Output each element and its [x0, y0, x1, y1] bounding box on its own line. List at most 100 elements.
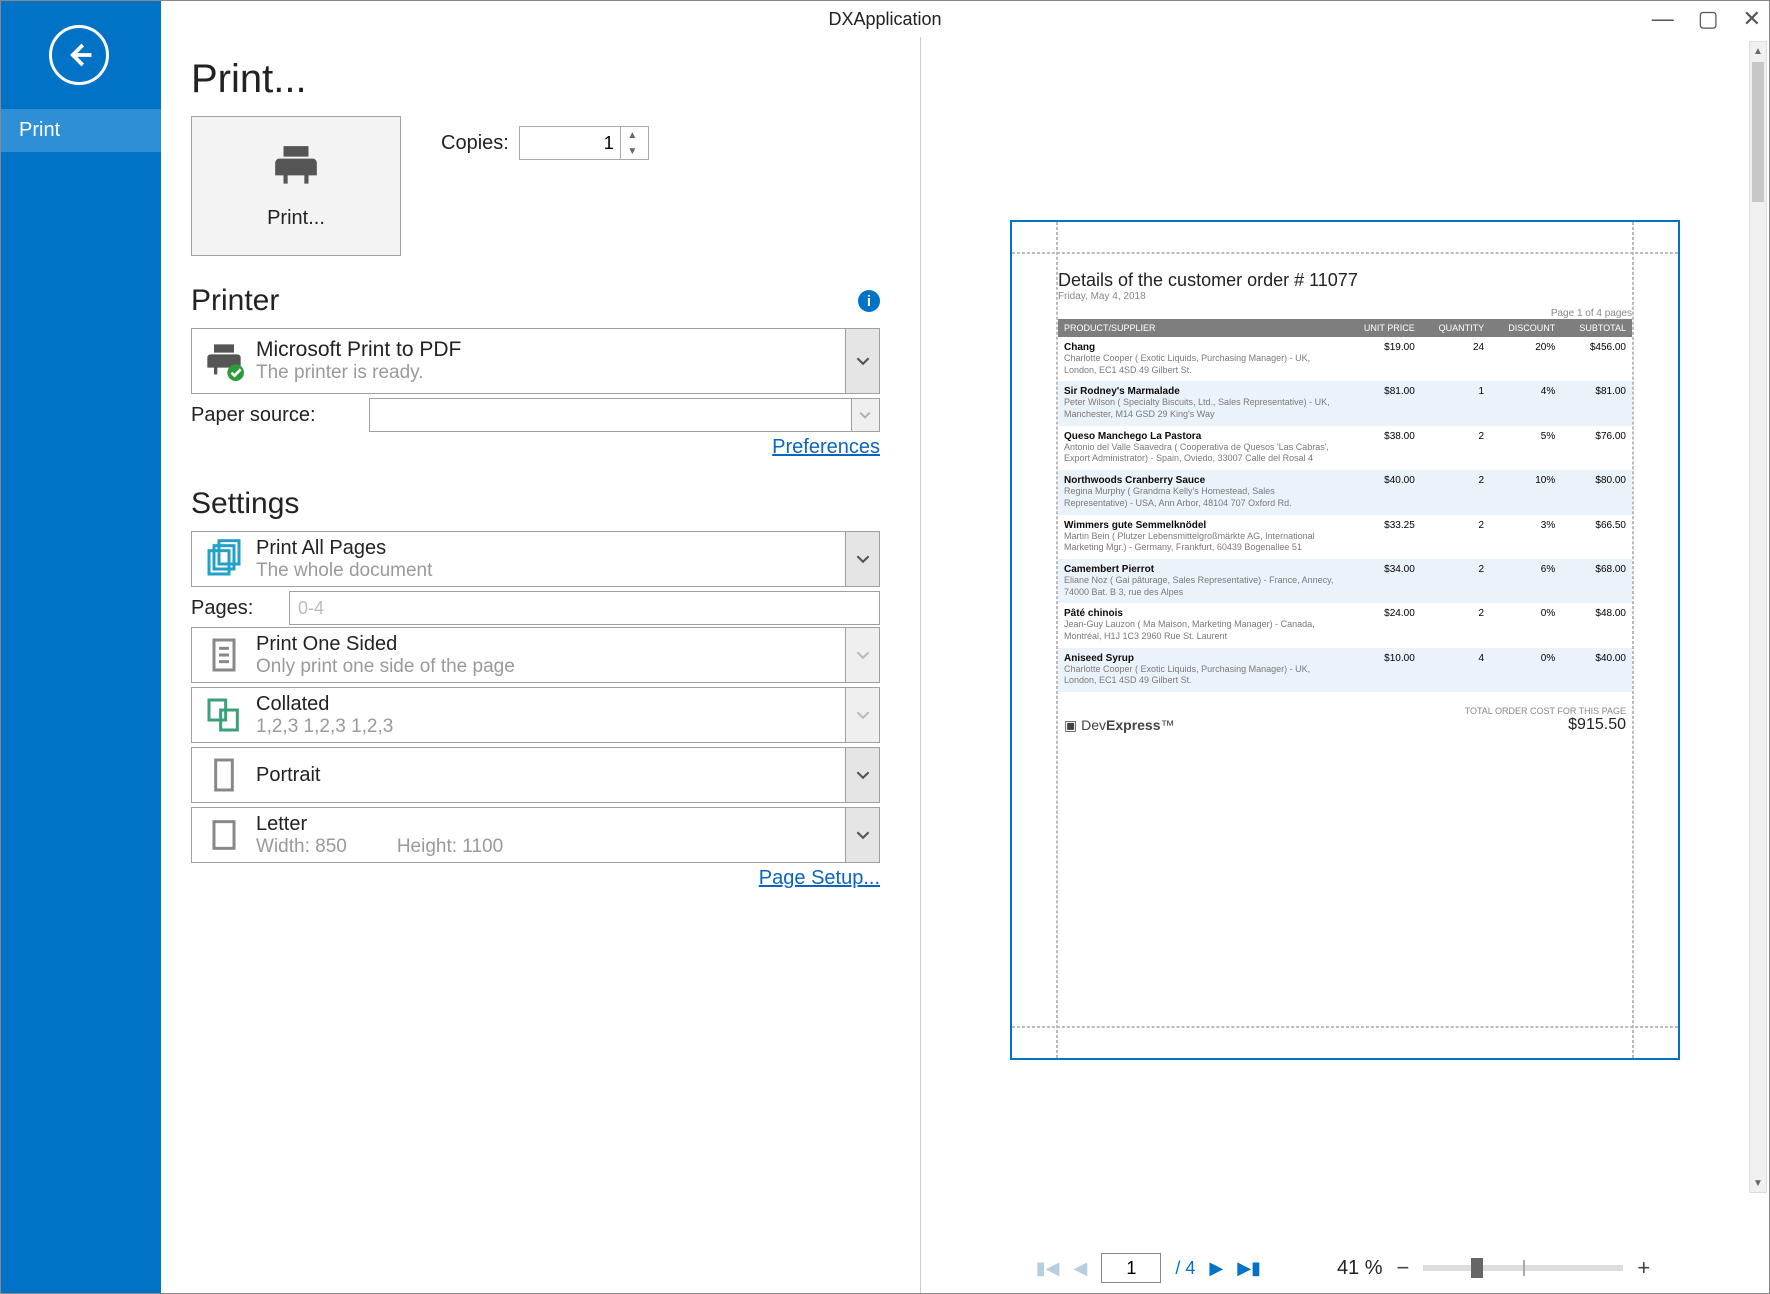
chevron-down-icon: [856, 552, 870, 566]
sidebar-item-print[interactable]: Print: [1, 109, 161, 152]
total-label: TOTAL ORDER COST FOR THIS PAGE: [1465, 706, 1626, 716]
col-disc: DISCOUNT: [1490, 319, 1561, 337]
pages-input[interactable]: [290, 598, 879, 619]
printer-status: The printer is ready.: [256, 362, 845, 384]
copies-up[interactable]: ▲: [621, 127, 644, 143]
print-range-select[interactable]: Print All Pages The whole document: [191, 531, 880, 587]
page-number-input[interactable]: [1101, 1253, 1161, 1283]
info-icon[interactable]: i: [858, 290, 880, 312]
table-row: Queso Manchego La PastoraAntonio del Val…: [1058, 426, 1632, 470]
scroll-up-icon[interactable]: ▲: [1750, 42, 1766, 60]
printer-icon: [271, 142, 321, 197]
scroll-thumb[interactable]: [1752, 62, 1764, 202]
paper-title: Letter: [256, 813, 845, 836]
printer-ready-icon: [192, 329, 256, 393]
copies-down[interactable]: ▼: [621, 143, 644, 159]
col-price: UNIT PRICE: [1345, 319, 1421, 337]
chevron-down-icon: [856, 828, 870, 842]
orientation-title: Portrait: [256, 764, 845, 787]
printer-name: Microsoft Print to PDF: [256, 338, 845, 362]
printer-section-title: Printer: [191, 284, 279, 318]
portrait-icon: [192, 748, 256, 802]
preferences-link[interactable]: Preferences: [772, 436, 880, 458]
paper-icon: [192, 808, 256, 862]
zoom-in-button[interactable]: +: [1633, 1255, 1654, 1281]
table-row: Northwoods Cranberry SauceRegina Murphy …: [1058, 470, 1632, 514]
total-value: $915.50: [1465, 716, 1626, 734]
print-range-sub: The whole document: [256, 560, 845, 582]
close-button[interactable]: ✕: [1743, 8, 1761, 30]
table-row: Sir Rodney's MarmaladePeter Wilson ( Spe…: [1058, 381, 1632, 425]
paper-source-label: Paper source:: [191, 404, 361, 427]
page-title: Print...: [191, 57, 880, 102]
minimize-button[interactable]: —: [1652, 8, 1674, 30]
preview-toolbar: ▮◀ ◀ / 4 ▶ ▶▮ 41 % − +: [921, 1243, 1769, 1293]
page-count: / 4: [1175, 1258, 1195, 1279]
report-page-info: Page 1 of 4 pages: [1058, 308, 1632, 319]
prev-page-button[interactable]: ◀: [1073, 1258, 1087, 1279]
page-single-icon: [192, 628, 256, 682]
next-page-button[interactable]: ▶: [1209, 1258, 1223, 1279]
collate-title: Collated: [256, 693, 845, 716]
report-title: Details of the customer order # 11077: [1058, 270, 1632, 291]
settings-pane: Print... Print... Copies: ▲▼ Printer i: [161, 37, 921, 1293]
chevron-down-icon: [856, 354, 870, 368]
page-setup-link[interactable]: Page Setup...: [759, 867, 880, 889]
table-row: Wimmers gute SemmelknödelMartin Bein ( P…: [1058, 515, 1632, 559]
pages-input-wrap[interactable]: [289, 591, 880, 625]
collate-select[interactable]: Collated 1,2,3 1,2,3 1,2,3: [191, 687, 880, 743]
settings-section-title: Settings: [191, 487, 299, 521]
paper-source-dropdown-button[interactable]: [851, 399, 879, 431]
col-sub: SUBTOTAL: [1561, 319, 1632, 337]
arrow-left-icon: [64, 40, 94, 70]
paper-height: Height: 1100: [397, 836, 503, 858]
orientation-select[interactable]: Portrait: [191, 747, 880, 803]
zoom-slider[interactable]: [1423, 1265, 1623, 1271]
last-page-button[interactable]: ▶▮: [1237, 1258, 1261, 1279]
paper-size-select[interactable]: Letter Width: 850 Height: 1100: [191, 807, 880, 863]
paper-width: Width: 850: [256, 836, 347, 858]
duplex-select[interactable]: Print One Sided Only print one side of t…: [191, 627, 880, 683]
first-page-button[interactable]: ▮◀: [1036, 1258, 1060, 1279]
devexpress-logo: ▣ DevExpress™: [1064, 717, 1175, 734]
copies-input[interactable]: [520, 133, 620, 154]
print-range-title: Print All Pages: [256, 537, 845, 560]
chevron-down-icon: [856, 648, 870, 662]
app-title: DXApplication: [828, 9, 941, 30]
col-product: PRODUCT/SUPPLIER: [1058, 319, 1345, 337]
scroll-down-icon[interactable]: ▼: [1750, 1174, 1766, 1192]
print-button-label: Print...: [267, 207, 325, 230]
chevron-down-icon: [859, 409, 871, 421]
print-range-dropdown-button[interactable]: [845, 532, 879, 586]
copies-label: Copies:: [441, 132, 509, 155]
zoom-label: 41 %: [1337, 1257, 1383, 1280]
duplex-dropdown-button[interactable]: [845, 628, 879, 682]
paper-size-dropdown-button[interactable]: [845, 808, 879, 862]
paper-source-input[interactable]: [370, 405, 851, 426]
report-date: Friday, May 4, 2018: [1058, 291, 1632, 302]
pages-icon: [192, 532, 256, 586]
chevron-down-icon: [856, 768, 870, 782]
collate-dropdown-button[interactable]: [845, 688, 879, 742]
preview-scrollbar[interactable]: ▲ ▼: [1749, 41, 1767, 1193]
duplex-sub: Only print one side of the page: [256, 656, 845, 678]
maximize-button[interactable]: ▢: [1698, 8, 1719, 30]
sidebar: Print: [1, 1, 161, 1293]
zoom-out-button[interactable]: −: [1393, 1255, 1414, 1281]
copies-spinner[interactable]: ▲▼: [519, 126, 649, 160]
orientation-dropdown-button[interactable]: [845, 748, 879, 802]
back-button[interactable]: [49, 25, 109, 85]
preview-page[interactable]: Details of the customer order # 11077 Fr…: [1010, 220, 1680, 1060]
collate-sub: 1,2,3 1,2,3 1,2,3: [256, 716, 845, 738]
table-row: Aniseed SyrupCharlotte Cooper ( Exotic L…: [1058, 648, 1632, 692]
print-button[interactable]: Print...: [191, 116, 401, 256]
duplex-title: Print One Sided: [256, 633, 845, 656]
collate-icon: [192, 688, 256, 742]
printer-select[interactable]: Microsoft Print to PDF The printer is re…: [191, 328, 880, 394]
zoom-slider-thumb[interactable]: [1471, 1258, 1483, 1278]
col-qty: QUANTITY: [1421, 319, 1490, 337]
titlebar: DXApplication — ▢ ✕: [1, 1, 1769, 37]
table-row: ChangCharlotte Cooper ( Exotic Liquids, …: [1058, 337, 1632, 381]
paper-source-select[interactable]: [369, 398, 880, 432]
printer-dropdown-button[interactable]: [845, 329, 879, 393]
